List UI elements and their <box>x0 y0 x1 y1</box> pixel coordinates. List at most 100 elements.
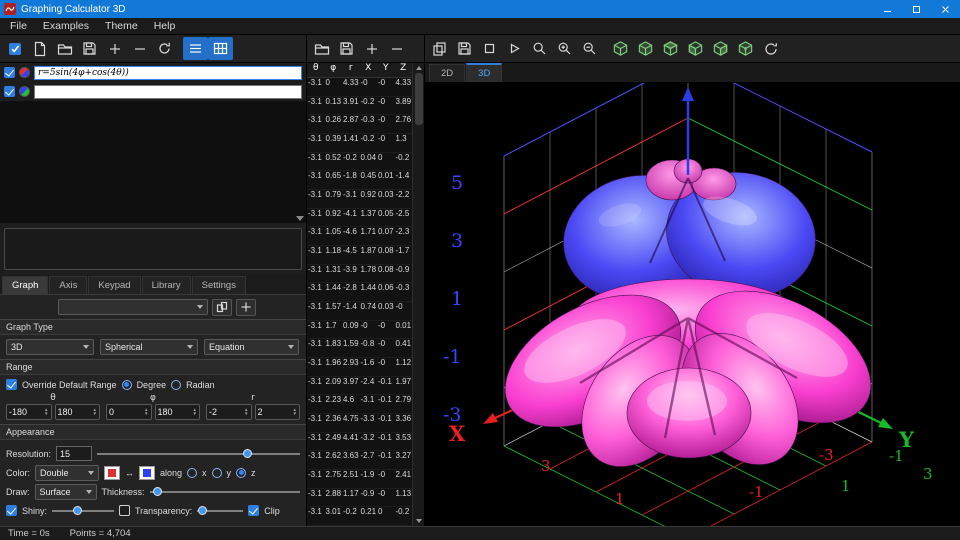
titlebar[interactable]: Graphing Calculator 3D <box>0 0 960 18</box>
table-row[interactable]: -3.1 0.39 1.41 -0.2 -0 1.3 <box>307 134 412 153</box>
table-add-icon[interactable] <box>359 37 384 60</box>
phi-min-spinner[interactable]: 0 ▲ ▼ <box>106 404 152 420</box>
copy-icon[interactable] <box>427 37 452 60</box>
zoom-icon[interactable] <box>527 37 552 60</box>
slider-thumb[interactable] <box>198 506 208 515</box>
equation-note-box[interactable] <box>4 228 302 270</box>
degree-radio[interactable] <box>121 379 132 390</box>
view-cube-2-icon[interactable] <box>633 37 658 60</box>
zoom-in-icon[interactable] <box>552 37 577 60</box>
view-cube-6-icon[interactable] <box>733 37 758 60</box>
new-file-icon[interactable] <box>27 37 52 60</box>
table-row[interactable]: -3.1 1.83 1.59 -0.8 -0 0.41 <box>307 339 412 359</box>
override-range-checkbox[interactable] <box>6 379 17 390</box>
table-row[interactable]: -3.1 2.75 2.51 -1.9 -0 2.41 <box>307 470 412 489</box>
equation-input[interactable] <box>34 65 302 80</box>
table-row[interactable]: -3.1 1.96 2.93 -1.6 -0 1.12 <box>307 358 412 377</box>
table-row[interactable]: -3.1 0 4.33 -0 -0 4.33 <box>307 78 412 97</box>
equation-color-indicator[interactable] <box>19 67 30 78</box>
remove-equation-icon[interactable] <box>127 37 152 60</box>
theta-max-spinner[interactable]: 180 ▲ ▼ <box>54 404 100 420</box>
scroll-down-icon[interactable] <box>296 216 304 221</box>
table-row[interactable]: -3.1 0.92 -4.1 1.37 0.05 -2.5 <box>307 209 412 228</box>
color-swatch-1[interactable] <box>104 465 121 480</box>
save-image-icon[interactable] <box>452 37 477 60</box>
along-z-radio[interactable] <box>236 467 247 478</box>
play-icon[interactable] <box>502 37 527 60</box>
resolution-slider[interactable] <box>97 447 300 460</box>
slider-thumb[interactable] <box>243 449 253 458</box>
spinner-arrows-icon[interactable]: ▲ ▼ <box>244 407 248 416</box>
save-icon[interactable] <box>77 37 102 60</box>
table-row[interactable]: -3.1 1.44 -2.8 1.44 0.06 -0.3 <box>307 283 412 303</box>
spinner-arrows-icon[interactable]: ▲ ▼ <box>144 407 148 416</box>
dimension-select[interactable]: 3D <box>6 339 94 355</box>
preset-select[interactable] <box>58 299 208 315</box>
theta-min-spinner[interactable]: -180 ▲ ▼ <box>6 404 52 420</box>
select-check-icon[interactable] <box>2 37 27 60</box>
add-preset-button[interactable] <box>236 298 256 316</box>
link-button[interactable] <box>212 298 232 316</box>
scroll-down-icon[interactable] <box>415 519 422 523</box>
table-row[interactable]: -3.1 0.52 -0.2 0.04 0 -0.2 <box>307 153 412 172</box>
table-row[interactable]: -3.1 0.79 -3.1 0.92 0.03 -2.2 <box>307 190 412 209</box>
along-x-radio[interactable] <box>187 467 198 478</box>
spinner-arrows-icon[interactable]: ▲ ▼ <box>93 407 97 416</box>
table-row[interactable]: -3.1 1.18 -4.5 1.87 0.08 -1.7 <box>307 246 412 265</box>
transparency-slider[interactable] <box>197 504 244 517</box>
table-save-icon[interactable] <box>334 37 359 60</box>
resolution-input[interactable] <box>56 446 93 461</box>
equation-visible-checkbox[interactable] <box>4 67 15 78</box>
shiny-slider[interactable] <box>52 504 115 517</box>
scroll-up-icon[interactable] <box>415 66 422 70</box>
table-row[interactable]: -3.1 0.26 2.87 -0.3 -0 2.76 <box>307 115 412 135</box>
along-y-radio[interactable] <box>211 467 222 478</box>
view-cube-4-icon[interactable] <box>683 37 708 60</box>
plot-canvas[interactable]: 5 3 1 -1 -3 3 1 -1 -3 1 3 -1 X Y <box>425 83 960 526</box>
equations-panel-toggle-icon[interactable] <box>183 37 208 60</box>
coordinate-system-select[interactable]: Spherical <box>100 339 198 355</box>
r-min-spinner[interactable]: -2 ▲ ▼ <box>206 404 252 420</box>
tab-2d[interactable]: 2D <box>429 64 466 82</box>
add-equation-icon[interactable] <box>102 37 127 60</box>
menu-examples[interactable]: Examples <box>35 19 97 33</box>
close-icon[interactable] <box>931 0 960 18</box>
tab-graph[interactable]: Graph <box>2 276 49 294</box>
color-swatch-2[interactable] <box>139 465 156 480</box>
phi-max-spinner[interactable]: 180 ▲ ▼ <box>154 404 200 420</box>
equation-input[interactable] <box>34 84 302 99</box>
table-row[interactable]: -3.1 3.01 -0.2 0.21 0 -0.2 <box>307 507 412 527</box>
clip-checkbox[interactable] <box>248 505 260 516</box>
stop-icon[interactable] <box>477 37 502 60</box>
coordinates-table[interactable]: θ φ r X Y Z -3.1 0 4.33 -0 -0 4.33 -3.1 … <box>307 63 412 527</box>
menu-file[interactable]: File <box>2 19 35 33</box>
table-row[interactable]: -3.1 2.62 3.63 -2.7 -0.1 3.27 <box>307 451 412 471</box>
input-mode-select[interactable]: Equation <box>204 339 299 355</box>
rotate-view-icon[interactable] <box>758 37 783 60</box>
tab-settings[interactable]: Settings <box>191 276 246 294</box>
tab-keypad[interactable]: Keypad <box>88 276 141 294</box>
tab-library[interactable]: Library <box>141 276 191 294</box>
table-row[interactable]: -3.1 2.09 3.97 -2.4 -0.1 1.97 <box>307 377 412 396</box>
table-row[interactable]: -3.1 0.13 3.91 -0.2 -0 3.89 <box>307 97 412 116</box>
table-row[interactable]: -3.1 1.57 -1.4 0.74 0.03 -0 <box>307 302 412 321</box>
refresh-icon[interactable] <box>152 37 177 60</box>
draw-mode-select[interactable]: Surface <box>34 483 97 500</box>
table-row[interactable]: -3.1 2.88 1.17 -0.9 -0 1.13 <box>307 489 412 508</box>
table-row[interactable]: -3.1 2.23 4.6 -3.1 -0.1 2.79 <box>307 395 412 415</box>
equation-color-indicator[interactable] <box>19 86 30 97</box>
spinner-arrows-icon[interactable]: ▲ ▼ <box>293 407 297 416</box>
thickness-slider[interactable] <box>149 485 301 498</box>
table-open-icon[interactable] <box>309 37 334 60</box>
table-remove-icon[interactable] <box>384 37 409 60</box>
equation-visible-checkbox[interactable] <box>4 86 15 97</box>
equation-list-area[interactable] <box>0 101 306 223</box>
table-row[interactable]: -3.1 0.65 -1.8 0.45 0.01 -1.4 <box>307 171 412 191</box>
zoom-out-icon[interactable] <box>577 37 602 60</box>
radian-radio[interactable] <box>171 379 182 390</box>
transparency-checkbox[interactable] <box>119 505 131 516</box>
view-cube-5-icon[interactable] <box>708 37 733 60</box>
table-row[interactable]: -3.1 1.31 -3.9 1.78 0.08 -0.9 <box>307 265 412 284</box>
scrollbar-thumb[interactable] <box>414 73 423 125</box>
swap-colors-icon[interactable]: ↔ <box>125 468 134 478</box>
